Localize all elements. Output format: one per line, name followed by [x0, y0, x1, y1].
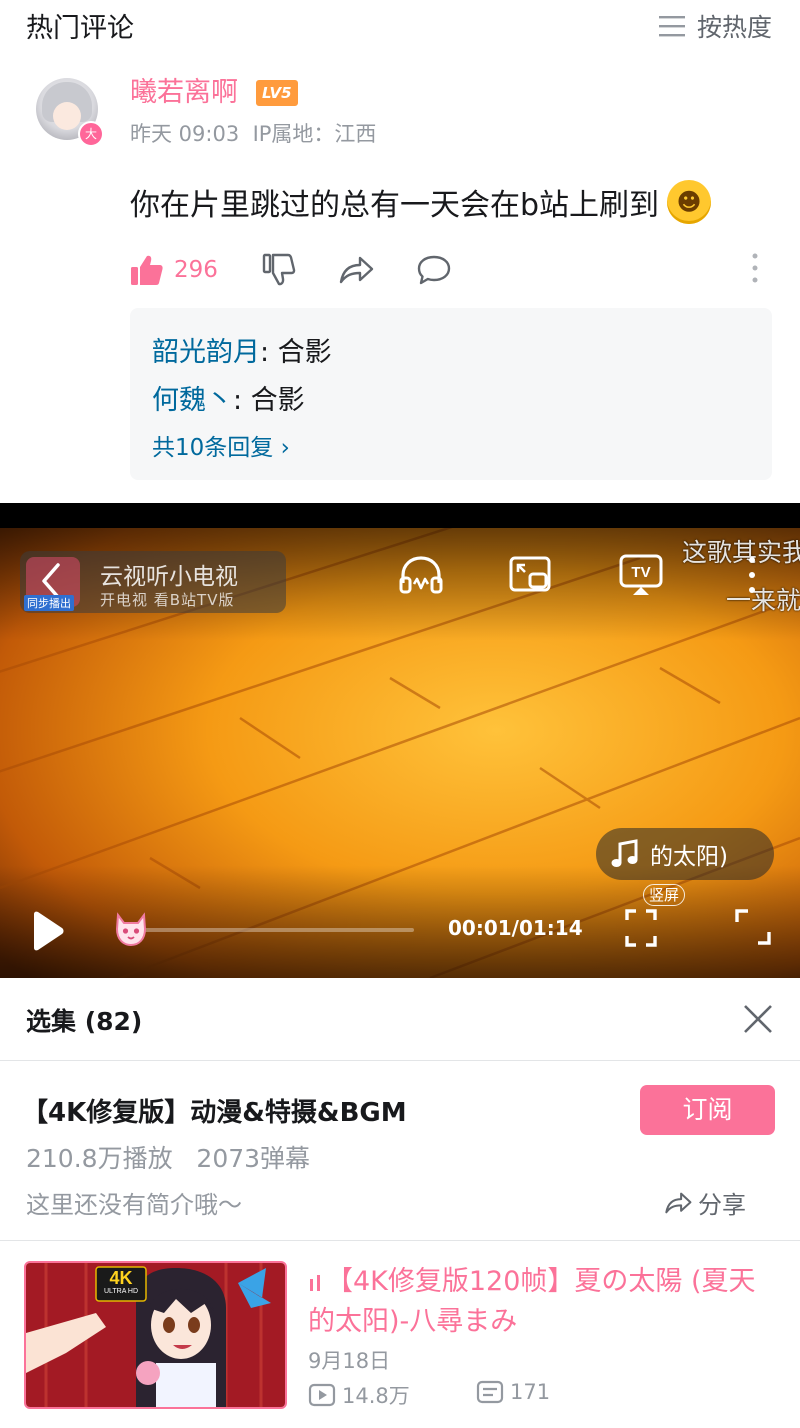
- portrait-mode-icon[interactable]: [624, 908, 658, 948]
- series-danmaku: 2073弹幕: [196, 1144, 311, 1173]
- series-title: 【4K修复版】动漫&特摄&BGM: [22, 1098, 407, 1128]
- reply-user[interactable]: 韶光韵月: [152, 337, 260, 368]
- reply-text: : 合影: [233, 385, 305, 416]
- tv-cast-promo[interactable]: 同步播出 云视听小电视 开电视 看B站TV版: [20, 551, 286, 613]
- play-count-icon: [308, 1383, 336, 1407]
- grin-emoji-icon: ☻: [667, 180, 712, 224]
- divider: [0, 1060, 800, 1061]
- sort-icon: [658, 16, 685, 37]
- more-options-icon[interactable]: [750, 252, 760, 284]
- share-comment-button[interactable]: [338, 255, 374, 285]
- reply-user[interactable]: 何魏丶: [152, 385, 233, 416]
- cast-title: 云视听小电视: [100, 564, 238, 590]
- like-count: 296: [174, 257, 218, 283]
- thumbs-down-icon: [262, 253, 296, 286]
- picture-in-picture-icon[interactable]: [508, 553, 554, 597]
- share-label: 分享: [698, 1191, 746, 1219]
- reply-item: 韶光韵月: 合影: [152, 330, 332, 369]
- anime-girl-thumbnail: [26, 1263, 285, 1407]
- replies-preview[interactable]: 韶光韵月: 合影 何魏丶: 合影 共10条回复 ›: [130, 308, 772, 480]
- series-intro: 这里还没有简介哦～: [26, 1191, 242, 1219]
- vip-badge: 大: [78, 121, 104, 147]
- ultra-hd-badge: ULTRA HD: [103, 1288, 139, 1295]
- sort-label: 按热度: [696, 13, 772, 42]
- reply-button[interactable]: [416, 254, 452, 286]
- share-arrow-icon: [665, 1192, 692, 1213]
- episode-thumbnail[interactable]: 4K ULTRA HD: [24, 1261, 287, 1409]
- episode-plays-value: 14.8万: [342, 1384, 410, 1408]
- comment-text: 你在片里跳过的总有一天会在b站上刷到 ☻: [130, 180, 712, 224]
- episode-danmaku-value: 171: [510, 1380, 551, 1404]
- bgm-info[interactable]: 的太阳): [596, 828, 774, 880]
- close-icon[interactable]: [742, 1003, 774, 1035]
- headphones-icon[interactable]: [398, 553, 444, 597]
- music-note-icon: [611, 839, 638, 867]
- player-more-icon[interactable]: [746, 555, 758, 595]
- sort-button[interactable]: 按热度: [658, 8, 772, 44]
- 4k-badge: 4K: [109, 1268, 133, 1288]
- playing-indicator-icon: [310, 1274, 320, 1291]
- playback-time: 00:01/01:14: [448, 916, 583, 940]
- divider: [0, 1240, 800, 1241]
- current-episode-title[interactable]: 【4K修复版120帧】夏の太陽 (夏天的太阳)-八尋まみ: [308, 1262, 778, 1342]
- series-stats: 210.8万播放 2073弹幕: [26, 1139, 310, 1175]
- dislike-button[interactable]: [262, 253, 296, 287]
- portrait-label: 竖屏: [643, 884, 686, 906]
- comment-timestamp: 昨天 09:03: [130, 122, 240, 146]
- comment-ip-location: IP属地：江西: [252, 122, 377, 146]
- subscribe-button[interactable]: 订阅: [640, 1085, 775, 1135]
- comment-body: 你在片里跳过的总有一天会在b站上刷到: [130, 188, 660, 223]
- level-badge: LV5: [256, 80, 298, 106]
- reply-text: : 合影: [260, 337, 332, 368]
- fullscreen-icon[interactable]: [734, 908, 772, 946]
- comment-username[interactable]: 曦若离啊: [130, 70, 238, 109]
- thumbs-up-icon: [131, 255, 163, 285]
- danmaku-icon: [476, 1380, 504, 1404]
- video-player[interactable]: 同步播出 云视听小电视 开电视 看B站TV版 TV 这歌其实我 一来就 的太阳): [0, 503, 800, 978]
- share-arrow-icon: [339, 256, 374, 284]
- reply-item: 何魏丶: 合影: [152, 378, 305, 417]
- episode-date: 9月18日: [308, 1349, 391, 1373]
- like-button[interactable]: 296: [130, 253, 262, 287]
- danmaku-comment: 一来就: [726, 586, 800, 615]
- episode-danmaku: 171: [476, 1380, 550, 1404]
- svg-text:TV: TV: [631, 564, 650, 581]
- progress-thumb-icon[interactable]: [112, 909, 150, 949]
- series-plays: 210.8万播放: [26, 1144, 173, 1173]
- section-title: 热门评论: [26, 13, 134, 44]
- sync-label: 同步播出: [24, 595, 74, 611]
- play-icon[interactable]: [28, 909, 68, 953]
- tv-cast-icon[interactable]: TV: [618, 553, 664, 597]
- speech-bubble-icon: [417, 255, 451, 285]
- view-more-replies-link[interactable]: 共10条回复 ›: [152, 428, 290, 462]
- episodes-header: 选集 (82): [26, 1007, 143, 1036]
- cast-subtitle: 开电视 看B站TV版: [100, 591, 235, 609]
- danmaku-comment: 这歌其实我: [682, 538, 800, 567]
- progress-bar[interactable]: [128, 928, 414, 932]
- comment-actions: 296: [130, 248, 494, 292]
- share-button[interactable]: 分享: [664, 1185, 746, 1220]
- episode-plays: 14.8万: [308, 1380, 410, 1410]
- comment-meta: 昨天 09:03 IP属地：江西: [130, 118, 376, 148]
- episode-title-text: 【4K修复版120帧】夏の太陽 (夏天的太阳)-八尋まみ: [308, 1266, 756, 1337]
- bgm-text: 的太阳): [650, 844, 728, 870]
